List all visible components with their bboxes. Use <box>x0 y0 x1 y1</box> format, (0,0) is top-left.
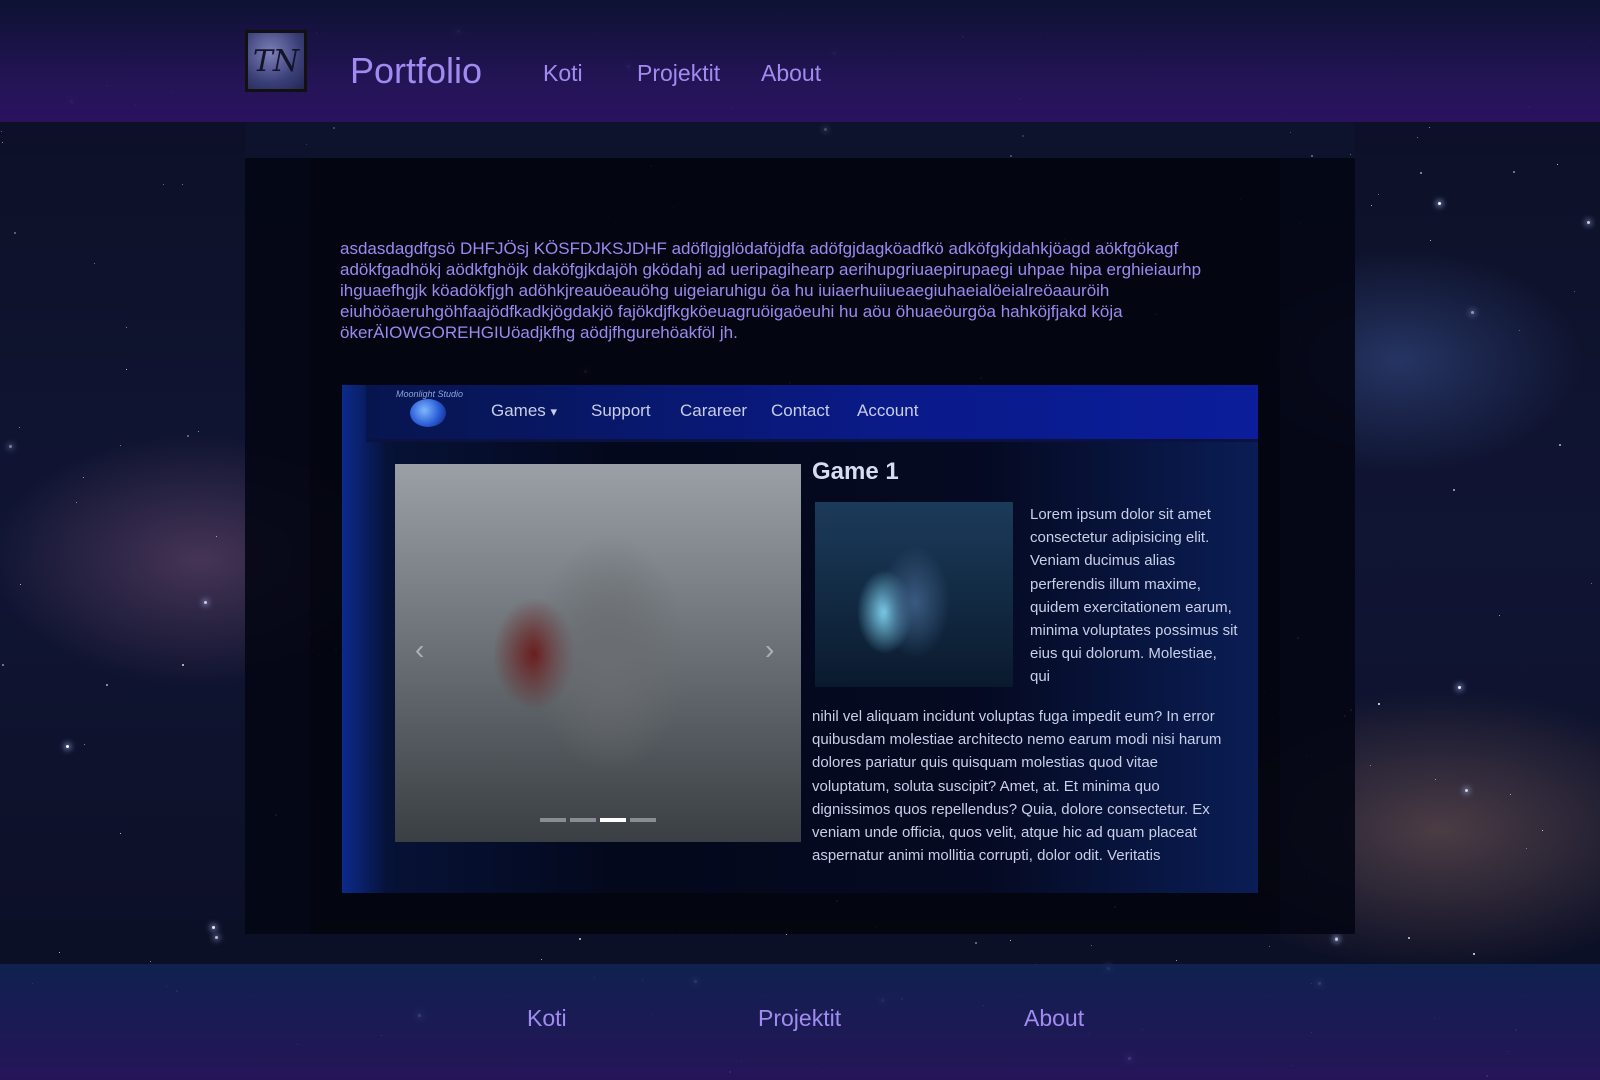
screenshot-nav-support: Support <box>591 401 651 420</box>
star <box>1438 202 1441 205</box>
star <box>1430 240 1431 241</box>
star <box>59 952 60 953</box>
star <box>1010 940 1011 941</box>
star <box>1526 848 1527 849</box>
star <box>212 926 215 929</box>
star <box>1499 615 1500 616</box>
carousel-indicator <box>540 818 566 822</box>
star <box>76 502 77 503</box>
nav-link-koti[interactable]: Koti <box>543 60 583 87</box>
game-description-bottom: nihil vel aliquam incidunt voluptas fuga… <box>812 708 1222 865</box>
star <box>216 536 217 537</box>
star <box>1510 794 1511 795</box>
star <box>1519 330 1520 331</box>
star <box>1378 194 1379 195</box>
star <box>1587 221 1590 224</box>
star <box>1269 946 1270 947</box>
star <box>94 263 95 264</box>
star <box>786 934 787 935</box>
star <box>1591 583 1592 584</box>
star <box>1574 291 1575 292</box>
star <box>1557 164 1558 165</box>
screenshot-nav-account: Account <box>857 401 919 420</box>
chevron-down-icon: ▾ <box>550 404 558 419</box>
screenshot-carousel-image: ‹ › <box>395 464 801 842</box>
star <box>1371 205 1372 206</box>
nav-link-about[interactable]: About <box>761 60 821 87</box>
star <box>1335 938 1338 941</box>
star <box>1420 172 1422 174</box>
star <box>2 664 4 666</box>
game-thumbnail-image <box>815 502 1013 687</box>
star <box>187 435 189 437</box>
star <box>1176 960 1177 961</box>
star <box>182 184 183 185</box>
star <box>1471 311 1474 314</box>
carousel-indicator-active <box>600 818 626 822</box>
screenshot-navbar: Moonlight Studio Games ▾ Support Cararee… <box>366 385 1258 442</box>
star <box>182 664 184 666</box>
star <box>150 961 151 962</box>
screenshot-nav-games: Games ▾ <box>491 401 558 420</box>
star <box>1513 171 1515 173</box>
studio-logo-icon <box>410 399 446 427</box>
star <box>120 445 121 446</box>
site-logo[interactable]: TN <box>245 30 307 92</box>
star <box>66 745 69 748</box>
footer-link-projektit[interactable]: Projektit <box>758 1005 841 1032</box>
carousel-next-icon: › <box>765 634 775 665</box>
star <box>541 959 542 960</box>
star <box>20 584 21 585</box>
star <box>1559 444 1561 446</box>
star <box>579 938 581 940</box>
site-header: TN Portfolio Koti Projektit About <box>0 0 1600 122</box>
studio-label: Moonlight Studio <box>396 389 464 399</box>
star <box>106 684 108 686</box>
game-description-top: Lorem ipsum dolor sit amet consectetur a… <box>1030 506 1238 686</box>
screenshot-nav-career: Carareer <box>680 401 748 420</box>
star <box>1458 686 1461 689</box>
star <box>163 184 164 185</box>
brand-title[interactable]: Portfolio <box>350 50 482 92</box>
star <box>1370 765 1371 766</box>
star <box>84 744 85 745</box>
star <box>975 942 977 944</box>
star <box>14 232 16 234</box>
star <box>83 477 84 478</box>
star <box>1429 127 1430 128</box>
star <box>1 131 2 132</box>
game-title: Game 1 <box>812 458 899 485</box>
intro-text: asdasdagdfgsö DHFJÖsj KÖSFDJKSJDHF adöfl… <box>340 239 1202 342</box>
star <box>1408 937 1410 939</box>
star <box>1435 779 1436 780</box>
carousel-prev-icon: ‹ <box>415 634 425 665</box>
star <box>1417 137 1418 138</box>
star <box>120 833 121 834</box>
footer-link-about[interactable]: About <box>1024 1005 1084 1032</box>
nav-link-projektit[interactable]: Projektit <box>637 60 720 87</box>
star <box>126 327 127 328</box>
project-screenshot: Moonlight Studio Games ▾ Support Cararee… <box>342 385 1258 893</box>
screenshot-nav-contact: Contact <box>771 401 830 420</box>
star <box>215 936 218 939</box>
carousel-indicator <box>630 818 656 822</box>
star <box>1335 937 1338 940</box>
star <box>1465 789 1468 792</box>
star <box>198 431 199 432</box>
star <box>9 445 12 448</box>
star <box>126 369 127 370</box>
star <box>1473 953 1475 955</box>
star <box>2 142 3 143</box>
star <box>1378 703 1380 705</box>
star <box>204 601 207 604</box>
carousel-indicator <box>570 818 596 822</box>
star <box>19 427 20 428</box>
star <box>1453 489 1455 491</box>
footer-link-koti[interactable]: Koti <box>527 1005 567 1032</box>
star <box>1091 945 1092 946</box>
star <box>1542 830 1543 831</box>
